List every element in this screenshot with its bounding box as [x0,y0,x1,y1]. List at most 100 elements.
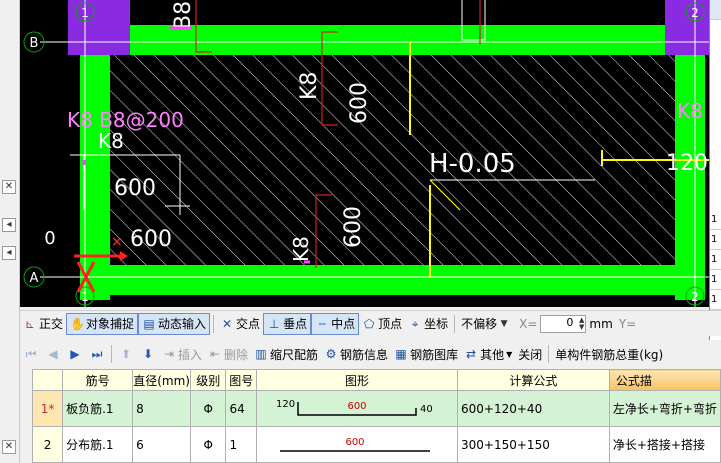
rebar-toolbar: ⏮ ◀ ▶ ⏭ ⬆ ⬇ ⇥ 插入 ⇤ 删除 ▥ 缩尺配筋 ⚙ 钢筋信息 ▦ 钢筋… [20,341,721,367]
dynamic-input-label: 动态输入 [158,317,207,331]
scroll-arrow-icon[interactable]: ◂ [2,246,16,260]
formula-cell[interactable]: 300+150+150 [457,426,610,463]
move-up-icon[interactable]: ⬆ [119,347,133,361]
column-header[interactable]: 直径(mm) [132,369,192,391]
diameter-cell[interactable]: 6 [132,426,192,463]
shape-left-length: 120 [276,399,295,410]
table-row[interactable]: 2 分布筋.1 6 Φ 1 600 300+150+150 净长+搭接+搭接 [31,426,721,463]
y-coordinate-label: Y= [618,316,637,331]
column-header[interactable]: 图形 [256,369,459,391]
drawing-canvas[interactable]: B A 0 1 2 1 2 B8 K8 600 K8 B8@200 K8 600… [20,0,709,307]
rebar-info-icon: ⚙ [325,347,337,361]
scroll-arrow-icon[interactable]: ◂ [2,218,16,232]
row-number[interactable]: 2 [31,426,64,463]
dimension-600-mid: 600 [347,82,372,124]
slab-hatch [95,55,685,265]
elevation-label: H-0.05 [429,149,516,179]
axis-label-1-bottom: 1 [81,290,89,304]
formula-cell[interactable]: 600+120+40 [457,390,610,427]
perpendicular-icon: ⊥ [268,316,280,331]
column-header[interactable]: 筋号 [62,369,134,391]
shape-mid-length: 600 [347,401,366,412]
rebar-name-cell[interactable]: 分布筋.1 [62,426,134,463]
x-coordinate-label: X= [519,316,538,331]
panel-row[interactable]: 1 [710,230,721,250]
previous-record-icon[interactable]: ◀ [46,347,60,361]
axis-number: 0 [44,228,55,249]
shape-mid-length: 600 [345,437,364,448]
insert-button[interactable]: ⇥ 插入 [159,343,205,365]
close-icon[interactable]: ✕ [2,180,16,194]
rebar-library-button[interactable]: ▦ 钢筋图库 [391,343,461,365]
grade-cell[interactable]: Φ [190,426,227,463]
midpoint-label: 中点 [331,317,356,331]
dimension-120-right: 120 [666,151,708,176]
toolbar-separator [454,314,456,333]
midpoint-icon: ╌ [318,316,326,331]
formula-desc-cell[interactable]: 左净长+弯折+弯折 [608,390,721,427]
other-menu-icon: ⇄ [466,347,477,361]
table-header-row: 筋号 直径(mm) 级别 图号 图形 计算公式 公式描 [31,369,721,391]
toolbar-separator [548,345,550,363]
diameter-cell[interactable]: 8 [132,390,192,427]
panel-row[interactable]: 1 [710,210,721,230]
total-weight-label: 单构件钢筋总重(kg) [555,347,664,362]
rebar-name-cell[interactable]: 板负筋.1 [62,390,134,427]
spinner-icon[interactable]: ▲ ▼ [579,316,584,331]
other-menu-label: 其他 [480,347,505,362]
scale-rebar-button[interactable]: ▥ 缩尺配筋 [251,343,321,365]
ortho-button[interactable]: ⊾ 正交 [20,313,66,335]
other-menu-button[interactable]: ⇄ 其他 ▼ [461,343,515,365]
axis-label-2-top: 2 [691,6,699,20]
next-record-icon[interactable]: ▶ [68,347,82,361]
vertex-button[interactable]: ⬠ 顶点 [359,313,405,335]
delete-icon: ⇤ [209,347,221,361]
panel-row[interactable]: 1 [710,270,721,290]
intersection-button[interactable]: ✕ 交点 [217,313,263,335]
offset-select[interactable]: 不偏移 ▼ [458,313,516,335]
first-record-icon[interactable]: ⏮ [24,347,38,361]
column-header[interactable]: 计算公式 [457,369,610,391]
close-button[interactable]: 关闭 [515,343,545,365]
last-record-icon[interactable]: ⏭ [90,347,104,361]
close-icon[interactable]: ✕ [2,440,16,454]
chevron-down-icon: ▼ [506,349,513,359]
column-header[interactable]: 级别 [190,369,227,391]
perpendicular-label: 垂点 [283,317,308,331]
panel-header [710,0,721,20]
row-number[interactable]: 1* [31,390,64,427]
vertex-icon: ⬠ [363,316,375,331]
coordinate-button[interactable]: ⌖ 坐标 [405,313,451,335]
figure-number-cell[interactable]: 64 [225,390,258,427]
object-snap-button[interactable]: ✋ 对象捕捉 [66,312,139,335]
dynamic-input-icon: ▤ [143,316,155,331]
x-coordinate-value: 0 [566,315,574,329]
dynamic-input-button[interactable]: ▤ 动态输入 [138,312,211,335]
delete-label: 删除 [224,347,249,362]
column-header[interactable]: 图号 [225,369,258,391]
toolbar-separator [213,314,215,333]
panel-row[interactable]: 1 [710,250,721,270]
shape-cell[interactable]: 120 600 40 [256,390,459,427]
move-down-icon[interactable]: ⬇ [141,347,155,361]
midpoint-button[interactable]: ╌ 中点 [311,312,360,335]
rebar-label-top: B8 [171,1,196,30]
shape-cell[interactable]: 600 [256,426,459,463]
dimension-600-bottom: 600 [341,206,366,248]
figure-number-cell[interactable]: 1 [225,426,258,463]
cross-marker-icon: × [111,234,123,250]
delete-button[interactable]: ⇤ 删除 [205,343,251,365]
left-strip: ✕ ◂ ◂ ✕ [0,0,20,463]
panel-row[interactable]: 1 [710,290,721,310]
rebar-info-button[interactable]: ⚙ 钢筋信息 [321,343,391,365]
column-header[interactable]: 公式描 [608,369,721,391]
coordinate-label: 坐标 [424,317,449,331]
grade-cell[interactable]: Φ [190,390,227,427]
perpendicular-button[interactable]: ⊥ 垂点 [263,312,312,335]
x-coordinate-input[interactable]: 0 ▲ ▼ [540,314,587,333]
dimension-600-left: 600 [114,176,156,201]
table-row[interactable]: 1* 板负筋.1 8 Φ 64 120 600 40 600+120+40 左净… [31,390,721,427]
rebar-shape-drawing: 120 600 40 [276,399,433,416]
rebar-library-label: 钢筋图库 [410,347,459,362]
formula-desc-cell[interactable]: 净长+搭接+搭接 [608,426,721,463]
